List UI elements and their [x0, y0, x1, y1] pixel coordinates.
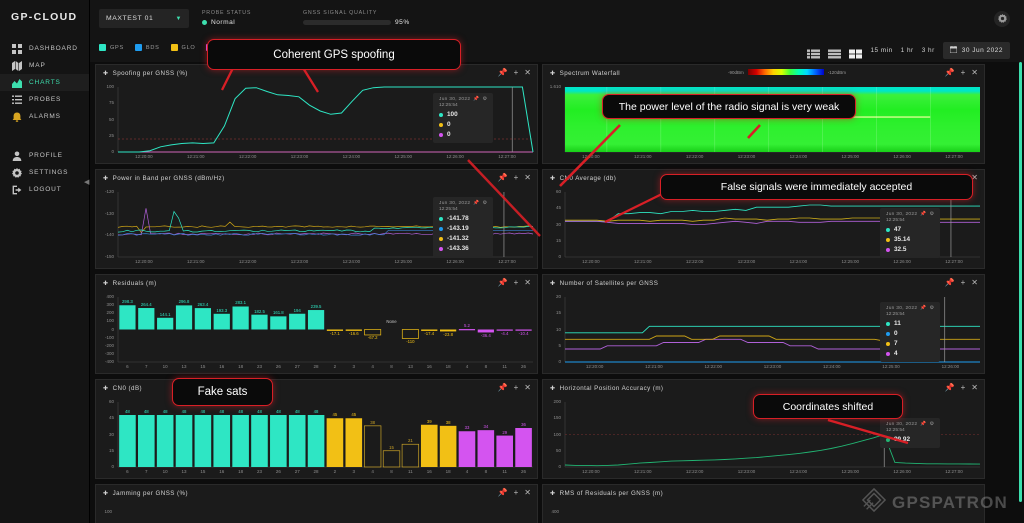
sidebar-item-profile[interactable]: PROFILE [0, 147, 89, 164]
sidebar-item-label: PROBES [29, 96, 62, 103]
sidebar-item-label: ALARMS [29, 113, 61, 120]
callout-coherent-gps-spoofing: Coherent GPS spoofing [207, 39, 461, 70]
sidebar-item-logout[interactable]: LOGOUT [0, 181, 89, 198]
callout-leaders [220, 61, 909, 445]
callout-power-level-weak: The power level of the radio signal is v… [602, 94, 856, 119]
callout-false-signals-accepted: False signals were immediately accepted [660, 174, 973, 200]
gear-icon [12, 167, 22, 178]
callout-text: False signals were immediately accepted [720, 181, 913, 193]
sidebar-item-label: PROFILE [29, 152, 63, 159]
user-icon [12, 151, 22, 161]
callout-text: Coordinates shifted [782, 400, 874, 413]
sidebar-item-label: SETTINGS [29, 169, 69, 176]
callout-text: The power level of the radio signal is v… [618, 100, 840, 113]
sidebar-item-label: CHARTS [29, 79, 61, 86]
sidebar-item-settings[interactable]: SETTINGS [0, 164, 89, 181]
callout-text: Coherent GPS spoofing [273, 48, 395, 61]
sidebar-item-label: DASHBOARD [29, 45, 78, 52]
map-icon [12, 60, 22, 71]
alarms-icon [12, 112, 22, 122]
sidebar-item-label: LOGOUT [29, 186, 62, 193]
sidebar-item-label: MAP [29, 62, 46, 69]
probes-icon [12, 95, 22, 105]
callout-text: Fake sats [197, 386, 248, 398]
sidebar-item-alarms[interactable]: ALARMS [0, 108, 89, 125]
sidebar-item-map[interactable]: MAP [0, 57, 89, 74]
sidebar-nav: DASHBOARD MAP CHARTS PROBES ALARMS PROFI… [0, 40, 89, 198]
sidebar-item-dashboard[interactable]: DASHBOARD [0, 40, 89, 57]
sidebar-collapse-button[interactable]: ◀ [84, 178, 89, 186]
sidebar-item-probes[interactable]: PROBES [0, 91, 89, 108]
callout-coordinates-shifted: Coordinates shifted [753, 394, 903, 419]
charts-icon [12, 78, 22, 88]
vertical-scrollbar[interactable] [1019, 62, 1022, 502]
sidebar-item-charts[interactable]: CHARTS [0, 74, 89, 91]
callout-fake-sats: Fake sats [172, 378, 273, 406]
sidebar: GP-CLOUD DASHBOARD MAP CHARTS PROBES ALA… [0, 0, 90, 523]
dashboard-icon [12, 43, 22, 54]
logout-icon [12, 185, 22, 195]
app-logo: GP-CLOUD [11, 11, 78, 23]
